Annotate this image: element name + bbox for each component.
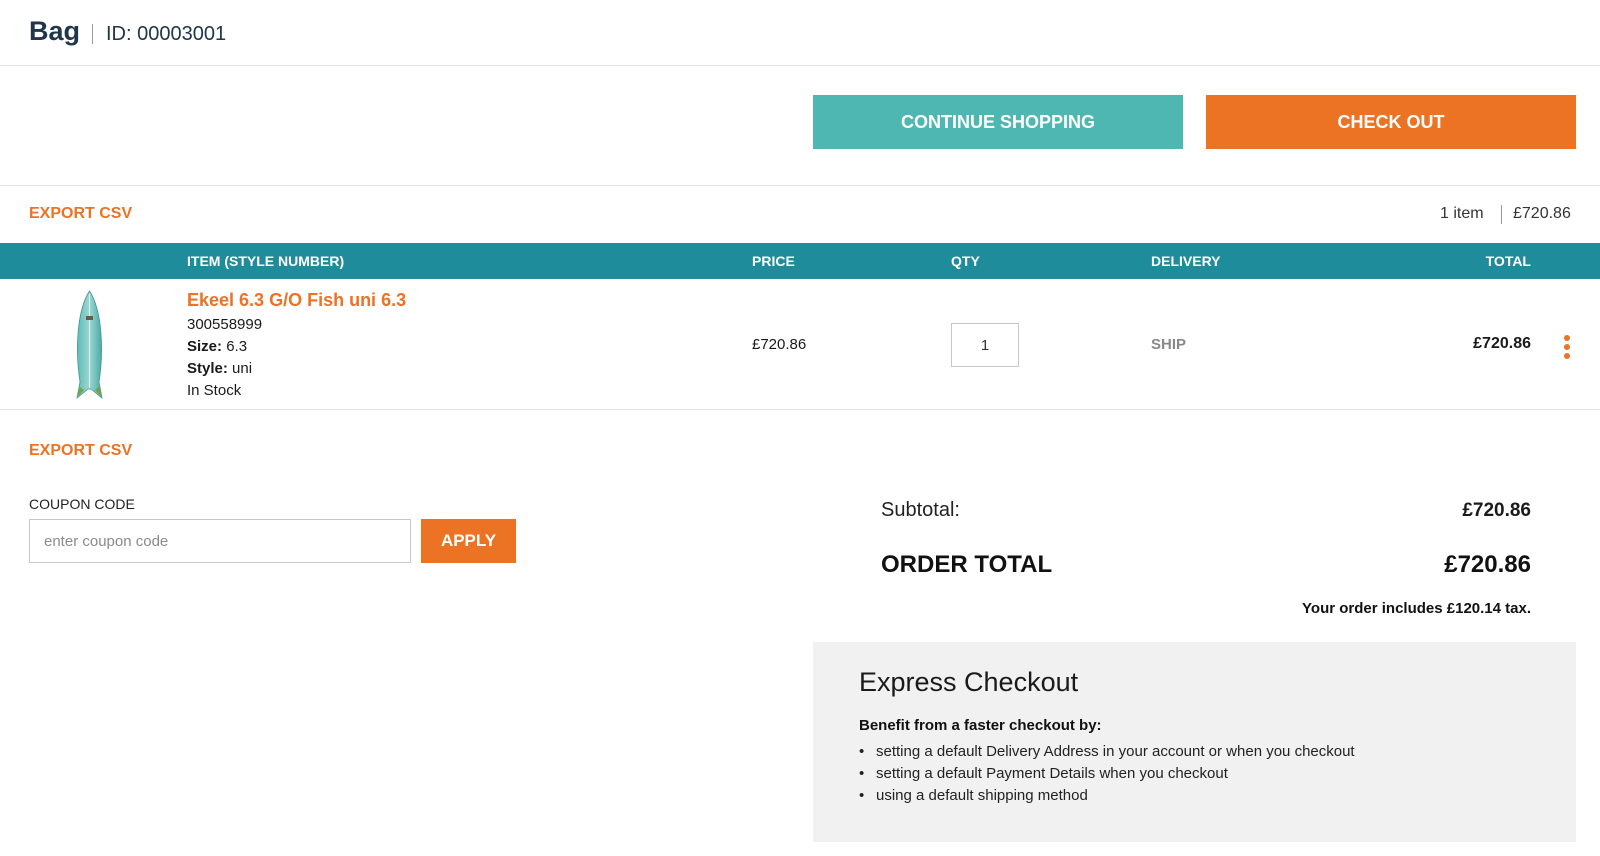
apply-coupon-button[interactable]: APPLY: [421, 519, 516, 563]
page-title: Bag: [29, 16, 81, 46]
express-checkout-subtitle: Benefit from a faster checkout by:: [859, 717, 1102, 734]
coupon-code-label: COUPON CODE: [29, 496, 135, 512]
express-checkout-title: Express Checkout: [859, 667, 1079, 697]
subtotal-label: Subtotal:: [881, 499, 960, 521]
express-checkout-list: setting a default Delivery Address in yo…: [859, 741, 1355, 807]
style-number: 300558999: [187, 316, 263, 333]
line-total: £720.86: [1473, 335, 1531, 352]
export-csv-link-top[interactable]: EXPORT CSV: [29, 205, 132, 223]
style-label: Style:: [187, 360, 228, 377]
more-options-icon[interactable]: [1562, 335, 1572, 363]
item-size: Size: 6.3: [187, 338, 247, 355]
check-out-button[interactable]: CHECK OUT: [1206, 95, 1576, 149]
section-divider: [0, 185, 1600, 186]
continue-shopping-button[interactable]: CONTINUE SHOPPING: [813, 95, 1183, 149]
delivery-method: SHIP: [1151, 336, 1187, 353]
title-divider: [92, 24, 93, 44]
bag-id: ID: 00003001: [106, 23, 227, 45]
size-value: 6.3: [226, 338, 248, 355]
export-csv-link-bottom[interactable]: EXPORT CSV: [29, 442, 132, 460]
item-style: Style: uni: [187, 360, 252, 377]
surfboard-image[interactable]: [72, 290, 107, 400]
stock-status: In Stock: [187, 382, 242, 399]
item-count: 1 item: [1440, 205, 1484, 222]
column-header-price: PRICE: [752, 253, 795, 269]
bag-total: £720.86: [1513, 205, 1571, 222]
tax-note: Your order includes £120.14 tax.: [1302, 600, 1531, 617]
list-item: using a default shipping method: [859, 785, 1355, 807]
list-item: setting a default Delivery Address in yo…: [859, 741, 1355, 763]
list-item: setting a default Payment Details when y…: [859, 763, 1355, 785]
subtotal-value: £720.86: [1462, 500, 1531, 521]
order-total-label: ORDER TOTAL: [881, 551, 1053, 578]
column-header-delivery: DELIVERY: [1151, 253, 1221, 269]
size-label: Size:: [187, 338, 223, 355]
table-row: Ekeel 6.3 G/O Fish uni 6.3 300558999 Siz…: [0, 279, 1600, 410]
coupon-code-input[interactable]: [29, 519, 411, 563]
express-checkout-panel: Express Checkout Benefit from a faster c…: [813, 642, 1576, 842]
column-header-item: ITEM (STYLE NUMBER): [187, 253, 345, 269]
column-header-qty: QTY: [951, 253, 980, 269]
table-header: ITEM (STYLE NUMBER) PRICE QTY DELIVERY T…: [0, 243, 1600, 279]
order-total-value: £720.86: [1444, 551, 1531, 578]
item-name-link[interactable]: Ekeel 6.3 G/O Fish uni 6.3: [187, 290, 406, 311]
quantity-input[interactable]: [951, 323, 1019, 367]
page-header: Bag ID: 00003001: [0, 0, 1600, 66]
summary-divider: [1501, 205, 1502, 224]
item-price: £720.86: [752, 336, 807, 353]
column-header-total: TOTAL: [1485, 253, 1531, 269]
style-value: uni: [232, 360, 253, 377]
